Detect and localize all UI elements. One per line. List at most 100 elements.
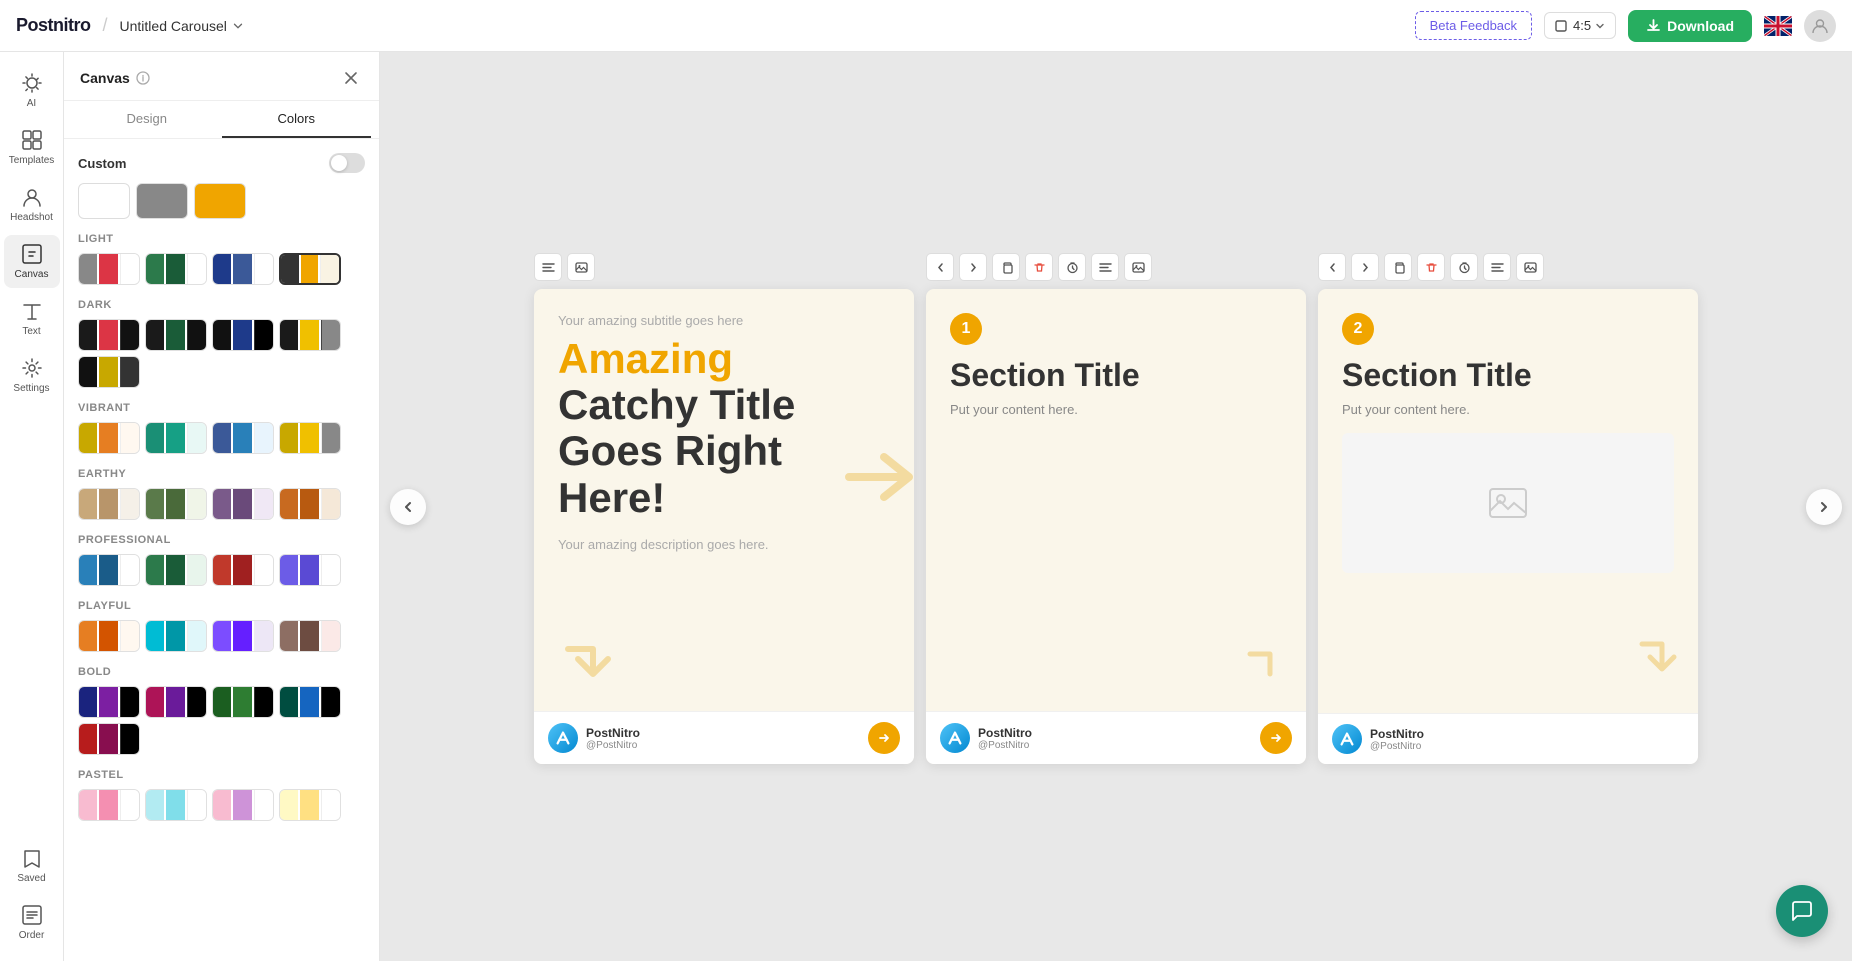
palette-option[interactable]: [145, 620, 207, 652]
chevron-down-icon: [231, 19, 245, 33]
toolbar-align2[interactable]: [1091, 253, 1119, 281]
palette-option[interactable]: [279, 488, 341, 520]
toolbar-align-button[interactable]: [534, 253, 562, 281]
palette-option[interactable]: [145, 422, 207, 454]
earthy-palette-section: Earthy: [78, 468, 365, 520]
section1-next-button[interactable]: [1260, 722, 1292, 754]
palette-option[interactable]: [212, 620, 274, 652]
playful-palette-row: [78, 620, 365, 652]
professional-section-title: Professional: [78, 534, 365, 546]
language-flag[interactable]: [1764, 16, 1792, 36]
chevron-left-icon-3: [1327, 262, 1338, 273]
aspect-ratio-selector[interactable]: 4:5: [1544, 12, 1616, 39]
sidebar-item-ai[interactable]: AI: [4, 64, 60, 117]
palette-option[interactable]: [212, 488, 274, 520]
palette-option[interactable]: [145, 686, 207, 718]
tab-design[interactable]: Design: [72, 101, 222, 138]
palette-option[interactable]: [212, 686, 274, 718]
custom-swatch-gray[interactable]: [136, 183, 188, 219]
toolbar2-nav-next[interactable]: [1351, 253, 1379, 281]
toolbar2-delete[interactable]: [1417, 253, 1445, 281]
download-icon: [1646, 18, 1661, 33]
templates-label: Templates: [9, 155, 55, 166]
palette-option[interactable]: [145, 253, 207, 285]
sidebar-item-text[interactable]: Text: [4, 292, 60, 345]
cover-footer: PostNitro @PostNitro: [534, 711, 914, 764]
palette-option[interactable]: [279, 554, 341, 586]
palette-option[interactable]: [78, 620, 140, 652]
chat-button[interactable]: [1776, 885, 1828, 937]
light-palette-section: Light: [78, 233, 365, 285]
palette-option[interactable]: [145, 319, 207, 351]
toolbar2-image[interactable]: [1516, 253, 1544, 281]
settings-icon: [21, 357, 43, 379]
cover-author: PostNitro @PostNitro: [548, 723, 640, 753]
download-button[interactable]: Download: [1628, 10, 1752, 42]
palette-option[interactable]: [279, 319, 341, 351]
palette-option[interactable]: [279, 789, 341, 821]
palette-option-selected[interactable]: [279, 253, 341, 285]
toolbar-nav-next[interactable]: [959, 253, 987, 281]
palette-option[interactable]: [212, 319, 274, 351]
palette-option[interactable]: [78, 422, 140, 454]
palette-option[interactable]: [78, 686, 140, 718]
section1-badge: 1: [950, 313, 982, 345]
slide-section-1[interactable]: 1 Section Title Put your content here.: [926, 289, 1306, 764]
user-avatar[interactable]: [1804, 10, 1836, 42]
toolbar-nav-prev[interactable]: [926, 253, 954, 281]
palette-option[interactable]: [145, 554, 207, 586]
toolbar-delete[interactable]: [1025, 253, 1053, 281]
toolbar-timer[interactable]: [1058, 253, 1086, 281]
palette-option[interactable]: [212, 554, 274, 586]
slide-section-2[interactable]: 2 Section Title Put your content here.: [1318, 289, 1698, 764]
vibrant-section-title: Vibrant: [78, 402, 365, 414]
sidebar-item-headshot[interactable]: Headshot: [4, 178, 60, 231]
nav-next-button[interactable]: [1806, 489, 1842, 525]
palette-option[interactable]: [78, 789, 140, 821]
custom-swatch-white[interactable]: [78, 183, 130, 219]
panel-close-button[interactable]: [339, 66, 363, 90]
arrow-right-icon: [877, 731, 891, 745]
sidebar-item-settings[interactable]: Settings: [4, 349, 60, 402]
toolbar2-timer[interactable]: [1450, 253, 1478, 281]
slide-next-button[interactable]: [868, 722, 900, 754]
nav-prev-button[interactable]: [390, 489, 426, 525]
sidebar-item-canvas[interactable]: Canvas: [4, 235, 60, 288]
palette-option[interactable]: [279, 620, 341, 652]
palette-option[interactable]: [279, 686, 341, 718]
palette-option[interactable]: [279, 422, 341, 454]
sidebar-item-order[interactable]: Order: [4, 896, 60, 949]
custom-toggle[interactable]: [329, 153, 365, 173]
trash-icon: [1033, 261, 1046, 274]
palette-option[interactable]: [145, 789, 207, 821]
palette-option[interactable]: [78, 319, 140, 351]
sidebar-item-templates[interactable]: Templates: [4, 121, 60, 174]
palette-option[interactable]: [212, 789, 274, 821]
toolbar-image2[interactable]: [1124, 253, 1152, 281]
custom-swatch-gold[interactable]: [194, 183, 246, 219]
document-title[interactable]: Untitled Carousel: [120, 18, 245, 34]
custom-section: Custom: [78, 153, 365, 219]
palette-option[interactable]: [145, 488, 207, 520]
palette-option[interactable]: [212, 253, 274, 285]
cover-title-rest: Catchy TitleGoes RightHere!: [558, 381, 795, 520]
align-icon-2: [1099, 261, 1112, 274]
palette-option[interactable]: [78, 723, 140, 755]
toolbar2-copy[interactable]: [1384, 253, 1412, 281]
palette-option[interactable]: [78, 253, 140, 285]
sidebar-item-saved[interactable]: Saved: [4, 839, 60, 892]
slide-2-toolbar: [1318, 253, 1544, 281]
section1-avatar: [940, 723, 970, 753]
beta-feedback-button[interactable]: Beta Feedback: [1415, 11, 1532, 40]
palette-option[interactable]: [78, 554, 140, 586]
toolbar-image-button[interactable]: [567, 253, 595, 281]
toolbar2-nav-prev[interactable]: [1318, 253, 1346, 281]
palette-option[interactable]: [78, 488, 140, 520]
palette-option[interactable]: [212, 422, 274, 454]
toolbar2-align[interactable]: [1483, 253, 1511, 281]
slide-cover[interactable]: Your amazing subtitle goes here Amazing …: [534, 289, 914, 764]
section1-author: PostNitro @PostNitro: [940, 723, 1032, 753]
tab-colors[interactable]: Colors: [222, 101, 372, 138]
toolbar-copy[interactable]: [992, 253, 1020, 281]
palette-option[interactable]: [78, 356, 140, 388]
